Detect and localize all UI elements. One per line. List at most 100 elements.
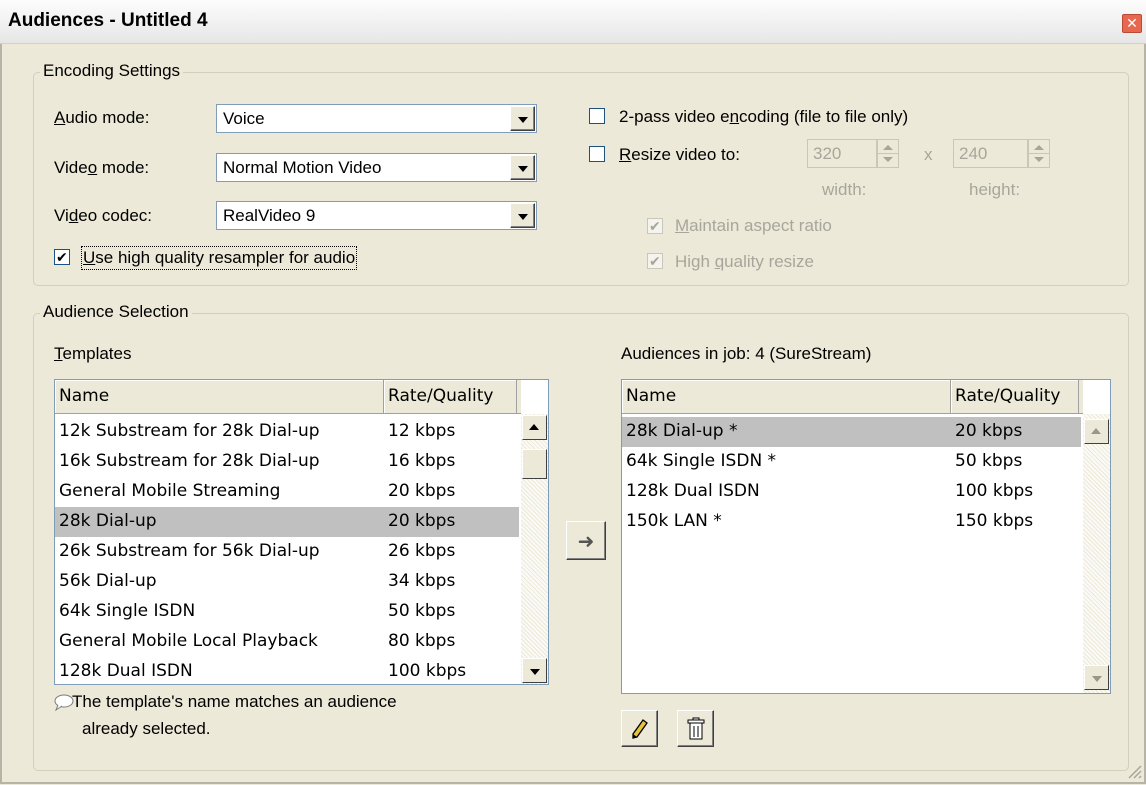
height-input[interactable]: 240 <box>953 139 1028 168</box>
hq-resampler-checkbox[interactable]: ✔ <box>54 249 70 265</box>
list-item[interactable]: 150k LAN * 150 kbps <box>622 507 1081 537</box>
list-item-rate: 150 kbps <box>955 511 1034 531</box>
width-value: 320 <box>813 144 842 163</box>
edit-audience-button[interactable] <box>621 710 658 747</box>
width-input[interactable]: 320 <box>807 139 877 168</box>
chevron-down-icon <box>530 669 540 675</box>
list-item[interactable]: 64k Single ISDN * 50 kbps <box>622 447 1081 477</box>
templates-list[interactable]: Name Rate/Quality 12k Substream for 28k … <box>54 379 549 685</box>
hq-resize-label[interactable]: High quality resize <box>675 252 814 272</box>
hq-resampler-label[interactable]: Use high quality resampler for audio <box>80 246 358 270</box>
list-item[interactable]: 64k Single ISDN 50 kbps <box>55 597 519 627</box>
column-header-name[interactable]: Name <box>622 380 951 413</box>
job-list-header: Name Rate/Quality <box>622 380 1083 414</box>
list-item-rate: 26 kbps <box>388 541 456 561</box>
templates-list-header: Name Rate/Quality <box>55 380 521 414</box>
list-item[interactable]: 12k Substream for 28k Dial-up 12 kbps <box>55 417 519 447</box>
maintain-aspect-label[interactable]: Maintain aspect ratio <box>675 216 832 236</box>
two-pass-label[interactable]: 2-pass video encoding (file to file only… <box>619 107 908 127</box>
list-item-rate: 80 kbps <box>388 631 456 651</box>
chevron-down-icon <box>518 214 528 220</box>
column-header-rate[interactable]: Rate/Quality <box>951 380 1079 413</box>
list-item[interactable]: 128k Dual ISDN 100 kbps <box>55 657 519 684</box>
spin-down-icon <box>1034 157 1044 162</box>
list-item-name: 128k Dual ISDN <box>626 481 760 501</box>
scroll-up-button[interactable] <box>1084 419 1109 444</box>
video-codec-select[interactable]: RealVideo 9 <box>216 201 537 230</box>
templates-scrollbar[interactable] <box>521 414 548 684</box>
audio-mode-select[interactable]: Voice <box>216 104 537 133</box>
column-header-name[interactable]: Name <box>55 380 384 413</box>
scroll-thumb[interactable] <box>522 449 547 479</box>
audio-mode-value: Voice <box>223 109 265 128</box>
scroll-up-button[interactable] <box>522 415 547 440</box>
list-item-name: 56k Dial-up <box>59 571 157 591</box>
spin-divider <box>878 153 898 154</box>
job-audiences-list[interactable]: Name Rate/Quality 28k Dial-up * 20 kbps 64… <box>621 379 1111 694</box>
size-grip[interactable] <box>1125 762 1143 780</box>
audience-selection-title: Audience Selection <box>40 302 192 322</box>
height-spinner[interactable] <box>1028 139 1050 168</box>
audio-mode-label: Audio mode: <box>54 108 150 127</box>
list-item-name: 128k Dual ISDN <box>59 661 193 681</box>
list-item[interactable]: 16k Substream for 28k Dial-up 16 kbps <box>55 447 519 477</box>
list-item-rate: 100 kbps <box>388 661 467 681</box>
two-pass-checkbox[interactable] <box>589 108 605 124</box>
list-item-name: 64k Single ISDN <box>59 601 196 621</box>
audio-mode-dropdown-button[interactable] <box>510 106 535 131</box>
chevron-down-icon <box>518 166 528 172</box>
spin-up-icon <box>883 145 893 150</box>
list-item-name: 12k Substream for 28k Dial-up <box>59 421 320 441</box>
list-item-rate: 50 kbps <box>388 601 456 621</box>
checkmark-icon: ✔ <box>649 218 661 234</box>
list-item-rate: 16 kbps <box>388 451 456 471</box>
spin-down-icon <box>883 157 893 162</box>
list-item-name: 28k Dial-up * <box>626 421 738 441</box>
column-header-rate[interactable]: Rate/Quality <box>384 380 517 413</box>
arrow-right-icon: ➜ <box>577 531 595 553</box>
delete-audience-button[interactable] <box>677 710 714 747</box>
list-item[interactable]: 28k Dial-up 20 kbps <box>55 507 519 537</box>
scroll-down-button[interactable] <box>522 658 547 683</box>
list-item[interactable]: General Mobile Local Playback 80 kbps <box>55 627 519 657</box>
video-mode-select[interactable]: Normal Motion Video <box>216 153 537 182</box>
note-line-1: The template's name matches an audience <box>72 692 397 711</box>
close-button[interactable]: ✕ <box>1122 14 1142 33</box>
spin-up-icon <box>1034 145 1044 150</box>
trash-icon <box>687 717 704 740</box>
job-scrollbar[interactable] <box>1083 414 1110 693</box>
hq-resize-checkbox[interactable]: ✔ <box>647 253 663 269</box>
list-item-rate: 20 kbps <box>388 511 456 531</box>
chevron-down-icon <box>1092 676 1102 682</box>
list-item-name: 26k Substream for 56k Dial-up <box>59 541 320 561</box>
close-icon: ✕ <box>1126 15 1138 31</box>
height-caption: height: <box>969 180 1021 199</box>
chevron-up-icon <box>529 424 539 430</box>
chevron-up-icon <box>1091 428 1101 434</box>
list-item[interactable]: 56k Dial-up 34 kbps <box>55 567 519 597</box>
scroll-down-button[interactable] <box>1084 665 1109 690</box>
list-item[interactable]: 28k Dial-up * 20 kbps <box>622 417 1081 447</box>
maintain-aspect-checkbox[interactable]: ✔ <box>647 218 663 234</box>
chevron-down-icon <box>518 117 528 123</box>
list-item[interactable]: General Mobile Streaming 20 kbps <box>55 477 519 507</box>
height-value: 240 <box>959 144 988 163</box>
list-item[interactable]: 128k Dual ISDN 100 kbps <box>622 477 1081 507</box>
spin-divider <box>1029 153 1049 154</box>
video-mode-dropdown-button[interactable] <box>510 155 535 180</box>
pencil-icon <box>631 719 648 739</box>
title-bar: Audiences - Untitled 4 ✕ <box>0 0 1146 44</box>
video-codec-dropdown-button[interactable] <box>510 203 535 228</box>
window-title: Audiences - Untitled 4 <box>8 10 208 31</box>
resize-video-checkbox[interactable] <box>589 146 605 162</box>
list-item-rate: 100 kbps <box>955 481 1034 501</box>
width-spinner[interactable] <box>877 139 899 168</box>
list-item-name: 28k Dial-up <box>59 511 157 531</box>
resize-video-label[interactable]: Resize video to: <box>619 145 740 165</box>
add-audience-button[interactable]: ➜ <box>566 521 606 560</box>
list-item[interactable]: 26k Substream for 56k Dial-up 26 kbps <box>55 537 519 567</box>
list-item-name: General Mobile Local Playback <box>59 631 318 651</box>
list-item-rate: 20 kbps <box>388 481 456 501</box>
list-item-name: 150k LAN * <box>626 511 722 531</box>
list-item-rate: 12 kbps <box>388 421 456 441</box>
